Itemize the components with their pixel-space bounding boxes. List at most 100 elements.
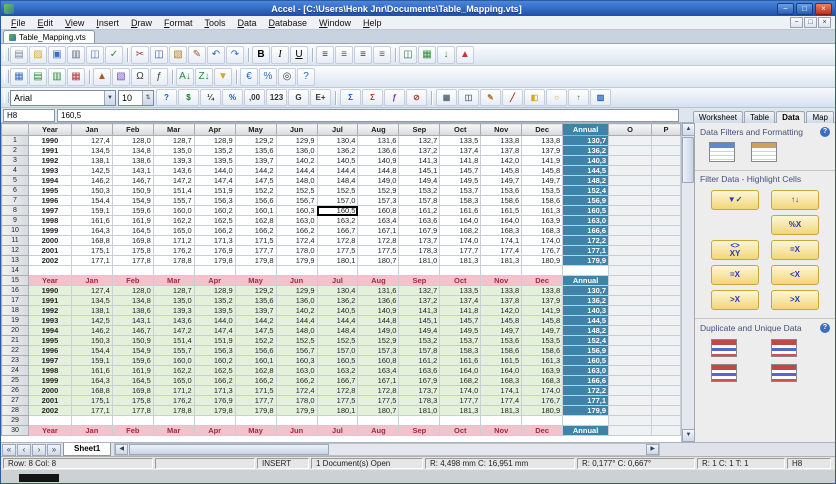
cell[interactable]: 136,6 xyxy=(357,145,400,156)
number-format-icon[interactable]: 123 xyxy=(266,88,287,106)
paste-function-icon[interactable]: ƒ xyxy=(384,88,405,106)
cell[interactable]: 1993 xyxy=(27,315,72,326)
cell[interactable] xyxy=(234,415,277,426)
repeat-header-cell[interactable]: Nov xyxy=(480,425,523,436)
cell[interactable]: 146,7 xyxy=(111,175,154,186)
cell[interactable]: 128,7 xyxy=(152,285,195,296)
cell[interactable]: 164,3 xyxy=(70,225,113,236)
cut-icon[interactable]: ✂ xyxy=(131,45,149,64)
cell[interactable]: 144,0 xyxy=(193,315,236,326)
cell[interactable] xyxy=(357,415,400,426)
cell[interactable]: 180,7 xyxy=(357,255,400,266)
cell[interactable]: 163,9 xyxy=(521,215,564,226)
cell[interactable]: 177,1 xyxy=(70,405,113,416)
cell[interactable] xyxy=(521,415,564,426)
cell[interactable]: 157,3 xyxy=(357,345,400,356)
cell[interactable]: 175,1 xyxy=(70,395,113,406)
cell[interactable]: 144,4 xyxy=(316,165,359,176)
cell[interactable]: 157,0 xyxy=(316,345,359,356)
cell[interactable] xyxy=(608,425,652,436)
cell[interactable]: 144,8 xyxy=(357,165,400,176)
column-header-jun[interactable]: Jun xyxy=(275,123,318,136)
panel-tab-worksheet[interactable]: Worksheet xyxy=(692,110,743,123)
cell[interactable]: 160,3 xyxy=(275,355,318,366)
cell[interactable]: 178,8 xyxy=(152,255,195,266)
cell[interactable]: 163,0 xyxy=(562,365,610,376)
document-tab[interactable]: Table_Mapping.vts xyxy=(3,30,95,43)
cell[interactable]: 1996 xyxy=(27,345,72,356)
cell[interactable]: 134,5 xyxy=(70,145,113,156)
flip-values-icon[interactable]: ↑↓ xyxy=(771,190,819,210)
cell[interactable] xyxy=(398,265,441,276)
cell[interactable] xyxy=(608,375,652,386)
cell[interactable]: 174,0 xyxy=(439,385,482,396)
cell[interactable]: 177,7 xyxy=(439,245,482,256)
cell[interactable] xyxy=(398,415,441,426)
cell[interactable] xyxy=(316,415,359,426)
cell[interactable] xyxy=(608,285,652,296)
row-header[interactable]: 3 xyxy=(1,155,29,166)
cell[interactable] xyxy=(608,245,652,256)
cell[interactable]: 128,9 xyxy=(193,135,236,146)
cell[interactable]: 180,9 xyxy=(521,255,564,266)
row-header[interactable]: 29 xyxy=(1,415,29,426)
cell[interactable] xyxy=(608,185,652,196)
cell[interactable]: 161,5 xyxy=(480,355,523,366)
cell[interactable]: 178,8 xyxy=(152,405,195,416)
cell[interactable]: 2001 xyxy=(27,395,72,406)
cell[interactable]: 176,9 xyxy=(193,395,236,406)
cell[interactable]: 163,2 xyxy=(316,365,359,376)
cell[interactable]: 177,5 xyxy=(316,395,359,406)
row-header[interactable]: 11 xyxy=(1,235,29,246)
cell[interactable]: 144,5 xyxy=(562,165,610,176)
bold-icon[interactable]: B xyxy=(252,45,270,64)
cell[interactable]: 171,2 xyxy=(152,235,195,246)
cell[interactable] xyxy=(521,265,564,276)
italic-icon[interactable]: I xyxy=(271,45,289,64)
row-header[interactable]: 19 xyxy=(1,315,29,326)
cell[interactable]: 161,5 xyxy=(480,205,523,216)
cell[interactable]: 161,2 xyxy=(398,355,441,366)
column-header-sep[interactable]: Sep xyxy=(398,123,441,136)
repeat-header-cell[interactable]: May xyxy=(234,425,277,436)
cell[interactable]: 1998 xyxy=(27,215,72,226)
cell[interactable]: 176,9 xyxy=(193,245,236,256)
cell[interactable]: 130,7 xyxy=(562,135,610,146)
spellcheck-icon[interactable]: ✓ xyxy=(105,45,123,64)
scroll-down-icon[interactable]: ▼ xyxy=(682,429,695,442)
cell[interactable] xyxy=(650,255,681,266)
child-minimize-icon[interactable]: − xyxy=(790,17,803,28)
spinner-icon[interactable]: ⇅ xyxy=(142,90,153,105)
cell[interactable] xyxy=(650,175,681,186)
format-painter-icon[interactable]: ✎ xyxy=(188,45,206,64)
cell[interactable]: 135,2 xyxy=(193,295,236,306)
cell[interactable]: 149,7 xyxy=(480,325,523,336)
cell[interactable]: 168,8 xyxy=(70,235,113,246)
cell[interactable]: 146,2 xyxy=(70,175,113,186)
cell[interactable]: 178,3 xyxy=(398,395,441,406)
row-header[interactable]: 1 xyxy=(1,135,29,146)
cell[interactable]: 152,5 xyxy=(275,185,318,196)
cell[interactable]: 1990 xyxy=(27,285,72,296)
insert-chart-icon[interactable]: ▲ xyxy=(93,67,111,86)
cell[interactable]: 163,0 xyxy=(275,365,318,376)
cell[interactable]: 1997 xyxy=(27,355,72,366)
cell[interactable]: 147,5 xyxy=(234,325,277,336)
cell[interactable]: 172,4 xyxy=(275,235,318,246)
between-xy-icon[interactable]: <> XY xyxy=(711,240,759,260)
cell[interactable]: 2001 xyxy=(27,245,72,256)
column-header-dec[interactable]: Dec xyxy=(521,123,564,136)
cell[interactable]: 168,3 xyxy=(480,375,523,386)
cell[interactable]: 176,7 xyxy=(521,245,564,256)
column-header-o[interactable]: O xyxy=(608,123,652,136)
cell[interactable]: 145,1 xyxy=(398,315,441,326)
column-header-jul[interactable]: Jul xyxy=(316,123,359,136)
chevron-down-icon[interactable]: ▼ xyxy=(104,90,115,105)
insert-function-icon[interactable]: ƒ xyxy=(150,67,168,86)
open-folder-icon[interactable]: ▨ xyxy=(29,45,47,64)
cell[interactable] xyxy=(357,265,400,276)
cell[interactable] xyxy=(650,325,681,336)
sort-ascending-icon[interactable]: ↓ xyxy=(437,45,455,64)
cell[interactable]: 166,2 xyxy=(275,225,318,236)
cell[interactable]: 158,6 xyxy=(480,345,523,356)
